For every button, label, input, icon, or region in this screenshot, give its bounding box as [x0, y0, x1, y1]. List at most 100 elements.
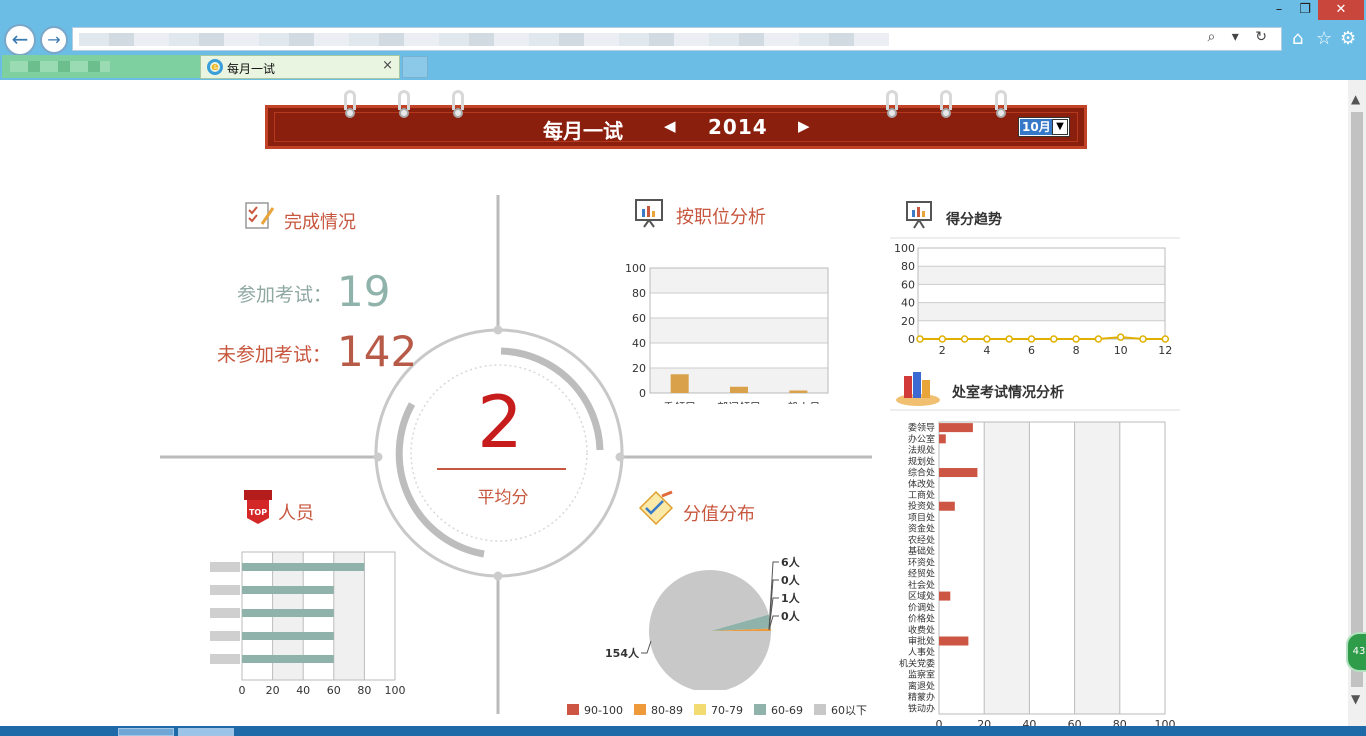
- category-label: 规划处: [908, 455, 935, 467]
- category-label: 监察室: [908, 669, 935, 681]
- pie-value-label: 0人: [781, 573, 801, 587]
- address-bar-icons[interactable]: ⌕ ▾ ↻: [1208, 29, 1274, 45]
- bar: [939, 501, 955, 511]
- pie-value-label: 0人: [781, 609, 801, 623]
- bar: [730, 386, 748, 393]
- back-button[interactable]: ←: [4, 24, 36, 56]
- grid-band: [333, 552, 365, 680]
- y-tick-label: 0: [908, 333, 915, 346]
- x-tick-label: 60: [1068, 718, 1082, 726]
- forward-button[interactable]: →: [40, 26, 68, 54]
- score-trend-line-chart: 0 20 40 60 80 100 2 4 6 8 10 12: [890, 237, 1180, 357]
- average-score-label: 平均分: [477, 488, 529, 508]
- new-tab-button[interactable]: [402, 56, 428, 78]
- vertical-scrollbar[interactable]: ▲ ▼: [1348, 80, 1366, 726]
- tab-close-icon[interactable]: ×: [382, 58, 393, 73]
- address-bar[interactable]: ⌕ ▾ ↻: [72, 27, 1282, 51]
- x-tick-label: 2: [939, 344, 946, 357]
- category-label: 一般人员: [776, 401, 820, 404]
- department-analysis-title: 处室考试情况分析: [952, 385, 1064, 401]
- category-label: 社会处: [908, 579, 935, 591]
- favorites-star-icon[interactable]: ☆: [1316, 28, 1332, 49]
- department-bar-chart: 0 20 40 60 80 100 委领导办公室法规处规划处综合处体改处工商处投资处项目处资…: [890, 409, 1180, 726]
- trend-point: [1116, 333, 1125, 341]
- legend-label: 60以下: [831, 704, 867, 717]
- close-window-button[interactable]: ✕: [1318, 0, 1364, 20]
- plot-frame: [938, 421, 1166, 715]
- x-tick-label: 10: [1114, 344, 1128, 357]
- bar: [242, 655, 334, 663]
- bar: [242, 632, 334, 640]
- category-label: 机关党委: [899, 657, 935, 669]
- legend-label: 80-89: [651, 704, 683, 717]
- x-tick-label: 100: [385, 684, 406, 697]
- participated-label: 参加考试：: [237, 284, 333, 306]
- x-tick-label: 6: [1028, 344, 1035, 357]
- category-label: 价格处: [908, 613, 935, 625]
- x-tick-label: 100: [1155, 718, 1176, 726]
- x-tick-label: 60: [327, 684, 341, 697]
- bar: [939, 423, 973, 433]
- category-label: 精蒙办: [908, 691, 935, 703]
- average-score-value: 2: [477, 380, 523, 464]
- pie-leader-line: [641, 640, 652, 654]
- grid-band: [650, 318, 828, 343]
- settings-gear-icon[interactable]: ⚙: [1340, 28, 1356, 49]
- plot-frame: [917, 247, 1166, 340]
- trend-point: [916, 335, 924, 343]
- category-label: 区域处: [908, 590, 935, 602]
- pie-leader-line: [768, 579, 779, 631]
- category-label: 离退处: [908, 680, 935, 692]
- bar: [242, 609, 334, 617]
- tab-inactive[interactable]: [2, 55, 200, 78]
- category-label: 部门领导: [717, 400, 761, 404]
- y-tick-label: 80: [901, 260, 915, 273]
- scroll-up-icon[interactable]: ▲: [1351, 92, 1360, 106]
- checklist-icon: [245, 202, 275, 229]
- presentation-chart-icon: [635, 199, 663, 228]
- x-tick-label: 20: [266, 684, 280, 697]
- bar: [670, 374, 689, 393]
- x-tick-label: 8: [1073, 344, 1080, 357]
- category-label: 工商处: [908, 489, 935, 501]
- scrollbar-thumb[interactable]: [1351, 112, 1363, 687]
- y-tick-label: 40: [632, 337, 646, 350]
- taskbar-item[interactable]: [118, 728, 174, 736]
- category-label: 收费处: [908, 624, 935, 636]
- y-tick-label: 80: [632, 287, 646, 300]
- y-tick-label: 20: [901, 315, 915, 328]
- x-tick-label: 80: [1113, 718, 1127, 726]
- address-text-blurred: [79, 33, 889, 46]
- bar: [939, 591, 951, 601]
- presentation-chart-icon: [906, 201, 932, 229]
- browser-chrome: ← → ⌕ ▾ ↻ – ❐ ✕ ⌂ ☆ ⚙ e 每月一试 ×: [0, 0, 1366, 80]
- trend-point: [960, 335, 969, 343]
- staff-name-blurred: [210, 585, 240, 595]
- category-label: 人事处: [908, 646, 935, 658]
- trend-point: [1050, 335, 1058, 343]
- x-tick-label: 0: [239, 684, 246, 697]
- maximize-button[interactable]: ❐: [1294, 0, 1316, 20]
- trend-series-line: [920, 336, 1166, 340]
- home-icon[interactable]: ⌂: [1292, 28, 1303, 49]
- top-badge-icon: TOP: [244, 490, 272, 524]
- completion-title: 完成情况: [284, 212, 356, 233]
- y-tick-label: 40: [901, 297, 915, 310]
- taskbar-item-ie[interactable]: [178, 728, 234, 736]
- ie-logo-icon: e: [207, 59, 223, 75]
- back-arrow-icon: ←: [11, 27, 29, 51]
- tab-active[interactable]: e 每月一试 ×: [200, 55, 400, 79]
- scroll-down-icon[interactable]: ▼: [1351, 692, 1360, 706]
- staff-name-blurred: [210, 631, 240, 641]
- legend-swatch: [814, 704, 826, 715]
- floating-counter-badge[interactable]: 43: [1346, 632, 1366, 672]
- category-label: 项目处: [908, 511, 935, 523]
- tab-strip: e 每月一试 ×: [0, 55, 1366, 79]
- trend-point: [1027, 335, 1036, 343]
- x-tick-label: 0: [936, 718, 943, 726]
- category-label: 投资处: [908, 500, 935, 512]
- x-tick-label: 4: [983, 344, 990, 357]
- grid-band: [984, 422, 1030, 714]
- minimize-button[interactable]: –: [1270, 0, 1288, 20]
- position-analysis-title: 按职位分析: [676, 207, 766, 228]
